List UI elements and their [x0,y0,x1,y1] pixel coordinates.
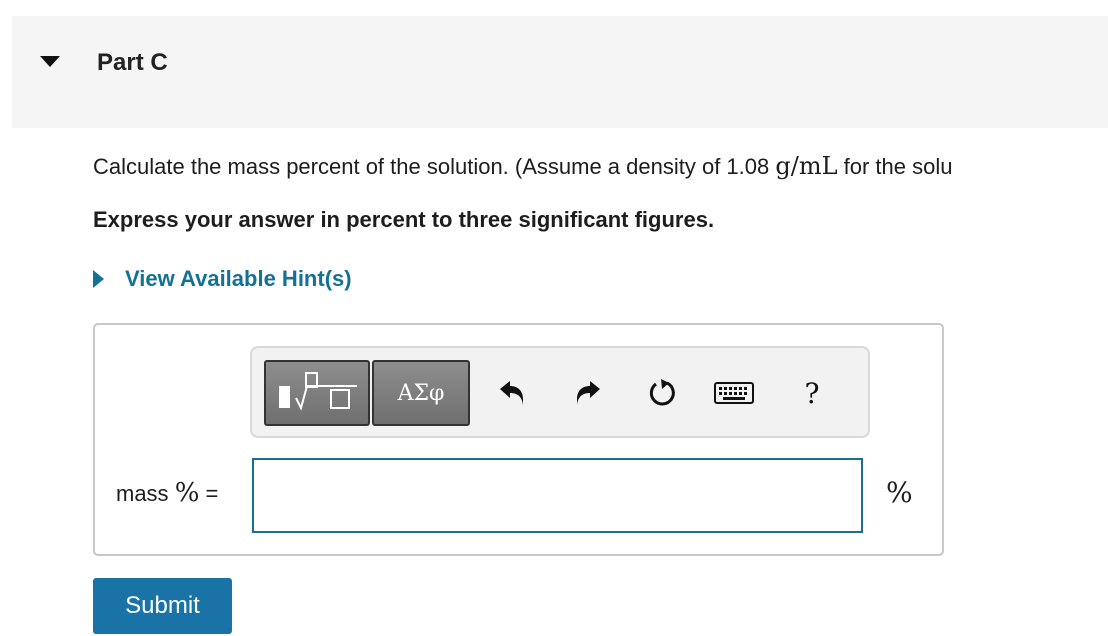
reset-button[interactable] [641,372,683,414]
answer-label-text: mass [116,481,169,506]
undo-icon [500,381,523,405]
undo-button[interactable] [490,372,532,414]
submit-button[interactable]: Submit [93,578,232,634]
question-text-after: for the solu [837,154,953,179]
answer-instruction: Express your answer in percent to three … [93,207,715,232]
view-hints-label: View Available Hint(s) [125,266,352,291]
help-button[interactable]: ? [791,372,833,414]
keyboard-button[interactable] [713,372,755,414]
answer-unit: % [886,476,913,509]
answer-label: mass % = [116,478,218,508]
templates-button[interactable] [264,360,370,426]
redo-button[interactable] [568,372,610,414]
view-hints-toggle[interactable]: View Available Hint(s) [93,266,352,292]
caret-right-icon [93,270,104,288]
density-unit: g/mL [775,152,838,180]
part-header[interactable]: Part C [12,16,1108,128]
templates-icon [279,372,357,411]
equals-sign: = [205,481,219,506]
part-title: Part C [97,49,168,76]
math-toolbar: ΑΣφ ? [250,346,870,438]
caret-down-icon[interactable] [40,56,60,67]
redo-icon [577,381,600,405]
answer-input[interactable] [252,458,863,533]
question-text: Calculate the mass percent of the soluti… [93,152,952,180]
symbols-button[interactable]: ΑΣφ [372,360,470,426]
question-text-before: Calculate the mass percent of the soluti… [93,154,776,179]
keyboard-icon [714,382,754,404]
percent-symbol: % [174,478,200,508]
reset-icon [649,379,675,406]
